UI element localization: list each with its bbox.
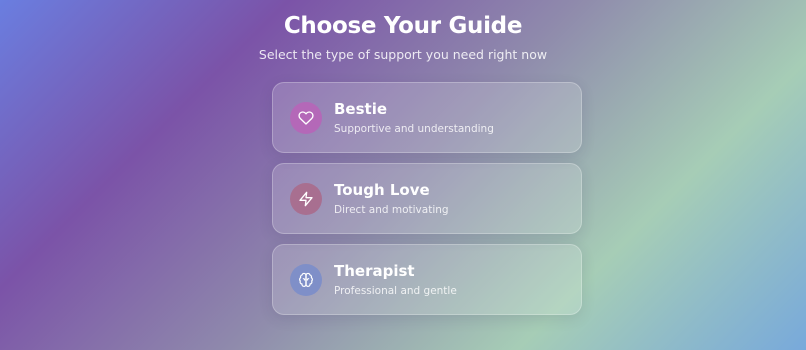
header: Choose Your Guide Select the type of sup… xyxy=(0,10,806,64)
guide-list: Bestie Supportive and understanding Toug… xyxy=(272,82,582,325)
lightning-icon xyxy=(290,182,322,215)
guide-description: Direct and motivating xyxy=(334,203,449,216)
heart-icon xyxy=(290,101,322,134)
guide-card-tough-love[interactable]: Tough Love Direct and motivating xyxy=(272,163,582,234)
guide-description: Supportive and understanding xyxy=(334,122,494,135)
brain-icon xyxy=(290,263,322,296)
guide-card-text: Tough Love Direct and motivating xyxy=(334,180,449,218)
guide-title: Therapist xyxy=(334,261,415,280)
guide-selection-screen: { "header": { "title": "Choose Your Guid… xyxy=(0,0,806,350)
guide-title: Tough Love xyxy=(334,180,430,199)
guide-card-text: Therapist Professional and gentle xyxy=(334,261,457,299)
guide-description: Professional and gentle xyxy=(334,284,457,297)
page-title: Choose Your Guide xyxy=(283,13,523,39)
guide-card-therapist[interactable]: Therapist Professional and gentle xyxy=(272,244,582,315)
guide-title: Bestie xyxy=(334,99,388,118)
guide-card-text: Bestie Supportive and understanding xyxy=(334,99,494,137)
guide-card-bestie[interactable]: Bestie Supportive and understanding xyxy=(272,82,582,153)
page-subtitle: Select the type of support you need righ… xyxy=(258,47,548,62)
